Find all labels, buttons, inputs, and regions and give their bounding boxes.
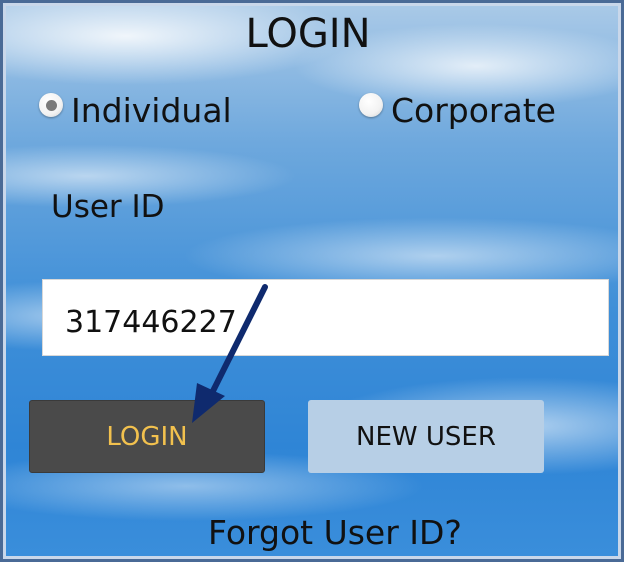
userid-label: User ID (51, 189, 165, 225)
radio-corporate-label: Corporate (391, 91, 556, 130)
login-panel-frame: LOGIN Individual Corporate User ID LOGIN… (0, 0, 624, 562)
radio-individual-label: Individual (71, 91, 232, 130)
userid-input[interactable] (42, 279, 609, 356)
radio-individual-circle[interactable] (39, 93, 63, 117)
forgot-user-id-link[interactable]: Forgot User ID? (3, 513, 621, 552)
login-button[interactable]: LOGIN (29, 400, 265, 473)
radio-selected-dot (45, 99, 57, 111)
page-title: LOGIN (245, 11, 371, 57)
radio-individual[interactable]: Individual (39, 91, 232, 131)
radio-corporate-circle[interactable] (359, 93, 383, 117)
new-user-button[interactable]: NEW USER (308, 400, 544, 473)
account-type-radio-group: Individual Corporate (3, 91, 621, 131)
radio-corporate[interactable]: Corporate (359, 91, 556, 131)
